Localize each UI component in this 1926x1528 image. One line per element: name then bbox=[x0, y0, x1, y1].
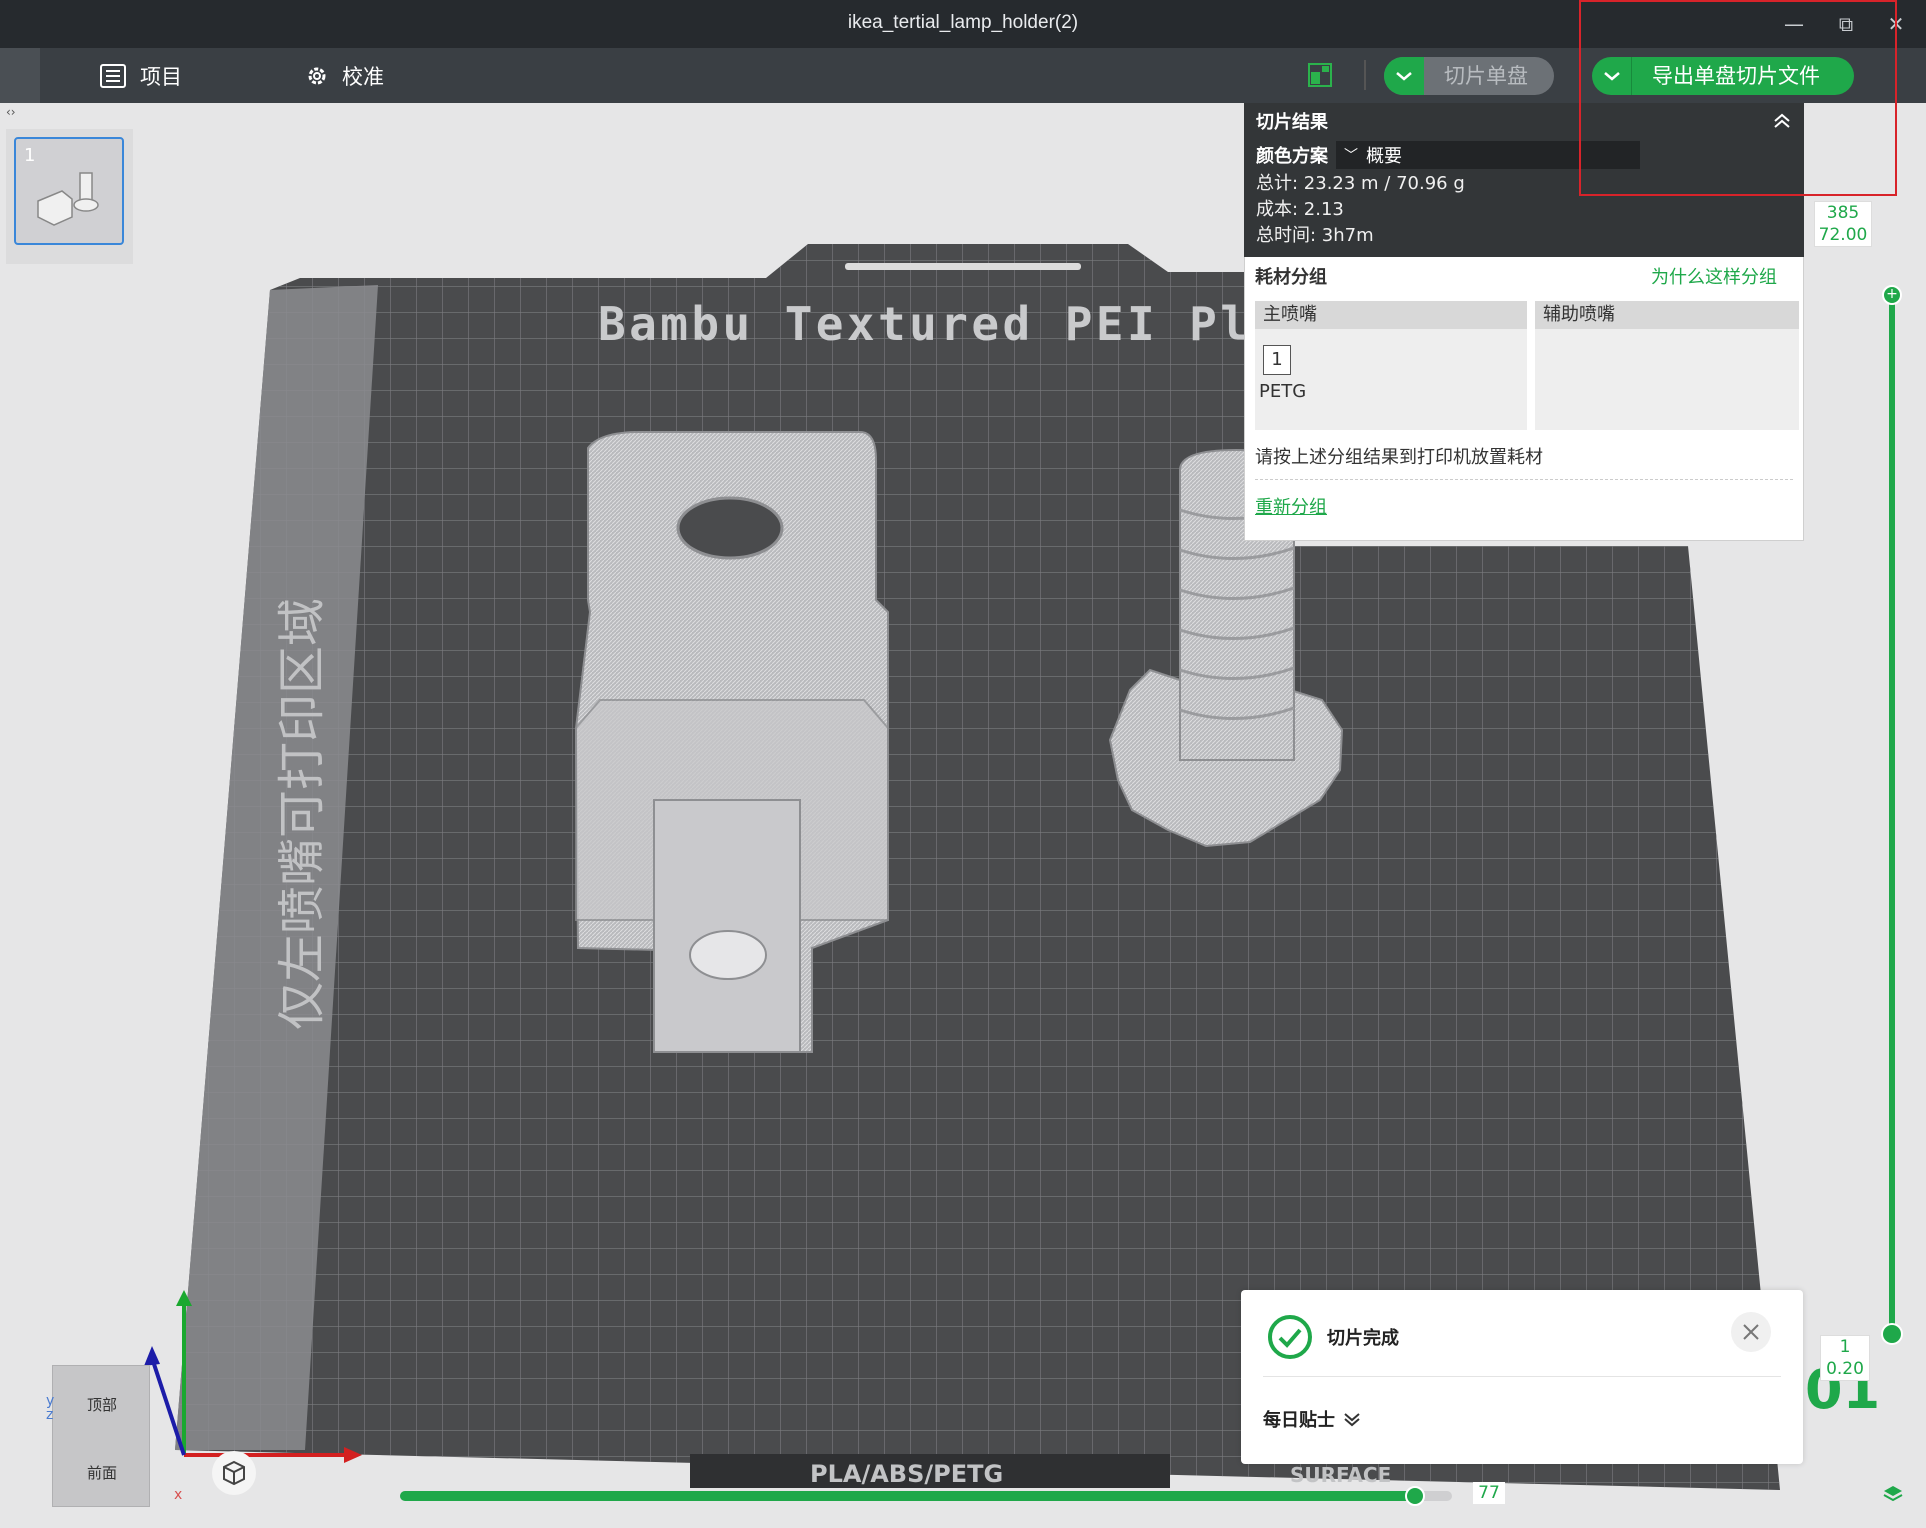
toast-close-button[interactable] bbox=[1731, 1312, 1771, 1352]
aux-nozzle-label: 辅助喷嘴 bbox=[1535, 301, 1799, 329]
close-icon bbox=[1743, 1324, 1759, 1340]
auto-orient-button[interactable] bbox=[212, 1451, 256, 1495]
slice-dropdown-chevron-icon[interactable] bbox=[1384, 57, 1424, 95]
color-scheme-label: 颜色方案 bbox=[1256, 146, 1328, 167]
color-scheme-value: 概要 bbox=[1366, 146, 1402, 167]
plate-list-panel: 1 bbox=[6, 129, 133, 264]
move-slider-value: 77 bbox=[1473, 1482, 1505, 1504]
export-label: 导出单盘切片文件 bbox=[1652, 64, 1820, 88]
calibrate-label: 校准 bbox=[342, 64, 384, 89]
layer-slider-top-value: 385 72.00 bbox=[1814, 201, 1872, 247]
view-cube[interactable]: 顶部 前面 bbox=[52, 1365, 150, 1507]
cost-value: 成本: 2.13 bbox=[1256, 199, 1344, 220]
total-time: 总时间: 3h7m bbox=[1256, 225, 1374, 246]
slice-complete-notification: 切片完成 每日贴士 bbox=[1241, 1290, 1803, 1464]
axis-x-label: x bbox=[174, 1487, 183, 1503]
collapse-chevron-up-icon[interactable] bbox=[1772, 113, 1792, 129]
color-scheme-select[interactable]: ﹀ 概要 bbox=[1336, 141, 1640, 169]
layers-icon[interactable] bbox=[1882, 1483, 1904, 1505]
cube-icon bbox=[223, 1460, 245, 1486]
layer-slider-bottom-value: 1 0.20 bbox=[1820, 1335, 1870, 1381]
color-scheme-row: 颜色方案 ﹀ 概要 bbox=[1244, 139, 1804, 171]
plate-material-text: PLA/ABS/PETG bbox=[810, 1460, 1003, 1488]
plate-thumbnail[interactable]: 1 bbox=[14, 137, 124, 245]
layer-slider-track[interactable] bbox=[1889, 293, 1895, 1333]
main-nozzle-label: 主喷嘴 bbox=[1255, 301, 1527, 329]
aux-nozzle-box: 辅助喷嘴 bbox=[1535, 301, 1799, 430]
daily-tips-toggle[interactable]: 每日贴士 bbox=[1263, 1406, 1361, 1432]
divider bbox=[1255, 479, 1793, 480]
left-nozzle-area-text: 仅左喷嘴可打印区域 bbox=[274, 598, 330, 1030]
move-slider-fill bbox=[400, 1491, 1416, 1501]
layer-slider-top-handle[interactable]: + bbox=[1882, 285, 1902, 305]
list-icon bbox=[100, 63, 126, 88]
filament-slot-chip[interactable]: 1 bbox=[1263, 345, 1291, 375]
axis-z-label: z bbox=[46, 1407, 54, 1423]
slice-result-panel: 切片结果 颜色方案 ﹀ 概要 总计: 23.23 m / 70.96 g 成本:… bbox=[1244, 103, 1804, 546]
main-nozzle-box: 主喷嘴 1 PETG bbox=[1255, 301, 1527, 430]
plate-brand-text: Bambu Textured PEI Pl bbox=[598, 297, 1248, 351]
filament-group-title: 耗材分组 bbox=[1255, 267, 1327, 288]
slice-stats: 总计: 23.23 m / 70.96 g 成本: 2.13 总时间: 3h7m bbox=[1244, 171, 1804, 257]
app-window: ikea_tertial_lamp_holder(2) — ⧉ ✕ 项目 校准 … bbox=[0, 0, 1926, 1528]
layout-toggle-icon[interactable] bbox=[1307, 62, 1333, 88]
menu-bar: 项目 校准 切片单盘 导出单盘切片文件 bbox=[0, 48, 1926, 103]
collapse-sidebar-icon[interactable]: ‹› bbox=[6, 105, 24, 125]
window-title: ikea_tertial_lamp_holder(2) bbox=[847, 12, 1079, 33]
view-cube-top-label: 顶部 bbox=[86, 1396, 117, 1414]
plate-preview-icon bbox=[37, 172, 99, 226]
chevron-down-icon bbox=[1344, 1413, 1360, 1427]
minimize-button[interactable]: — bbox=[1776, 10, 1812, 38]
slice-plate-label: 切片单盘 bbox=[1444, 64, 1528, 88]
plate-surface-text: SURFACE bbox=[1290, 1463, 1391, 1487]
project-label: 项目 bbox=[140, 64, 182, 89]
move-slider-track[interactable] bbox=[400, 1486, 1452, 1506]
filament-grouping-section: 耗材分组 为什么这样分组 主喷嘴 1 PETG 辅助喷嘴 请按上述分组结果到打印… bbox=[1244, 257, 1804, 541]
view-cube-front-label: 前面 bbox=[86, 1464, 117, 1482]
restore-button[interactable]: ⧉ bbox=[1828, 10, 1864, 38]
slice-result-title: 切片结果 bbox=[1256, 112, 1328, 133]
placement-instruction: 请按上述分组结果到打印机放置耗材 bbox=[1255, 447, 1543, 468]
gear-icon bbox=[308, 67, 326, 84]
why-grouping-link[interactable]: 为什么这样分组 bbox=[1651, 263, 1777, 289]
chevron-down-icon: ﹀ bbox=[1344, 148, 1358, 164]
bottom-layer-number: 1 bbox=[1839, 1337, 1851, 1357]
top-layer-number: 385 bbox=[1826, 203, 1860, 223]
slice-result-header: 切片结果 颜色方案 ﹀ 概要 总计: 23.23 m / 70.96 g 成本:… bbox=[1244, 103, 1804, 257]
toast-divider bbox=[1263, 1376, 1781, 1377]
menubar-left-strip bbox=[0, 48, 40, 103]
bottom-layer-height: 0.20 bbox=[1826, 1359, 1864, 1379]
export-sliced-file-button[interactable]: 导出单盘切片文件 bbox=[1592, 57, 1854, 95]
daily-tips-label: 每日贴士 bbox=[1263, 1410, 1335, 1431]
layer-slider-bottom-handle[interactable] bbox=[1881, 1323, 1903, 1345]
title-bar: ikea_tertial_lamp_holder(2) — ⧉ ✕ bbox=[0, 0, 1926, 48]
total-usage: 总计: 23.23 m / 70.96 g bbox=[1256, 173, 1465, 194]
slice-result-title-row[interactable]: 切片结果 bbox=[1244, 103, 1804, 139]
check-circle-icon bbox=[1268, 1315, 1312, 1359]
filament-type-label: PETG bbox=[1259, 381, 1307, 402]
close-window-button[interactable]: ✕ bbox=[1878, 10, 1914, 38]
slice-plate-button[interactable]: 切片单盘 bbox=[1384, 57, 1554, 95]
regroup-link[interactable]: 重新分组 bbox=[1255, 493, 1327, 519]
toolbar-divider bbox=[1364, 60, 1366, 90]
calibrate-menu[interactable]: 校准 bbox=[306, 48, 384, 103]
top-layer-height: 72.00 bbox=[1818, 225, 1868, 245]
export-dropdown-chevron-icon[interactable] bbox=[1592, 57, 1632, 95]
project-menu[interactable]: 项目 bbox=[100, 48, 182, 103]
toast-title: 切片完成 bbox=[1327, 1328, 1399, 1349]
